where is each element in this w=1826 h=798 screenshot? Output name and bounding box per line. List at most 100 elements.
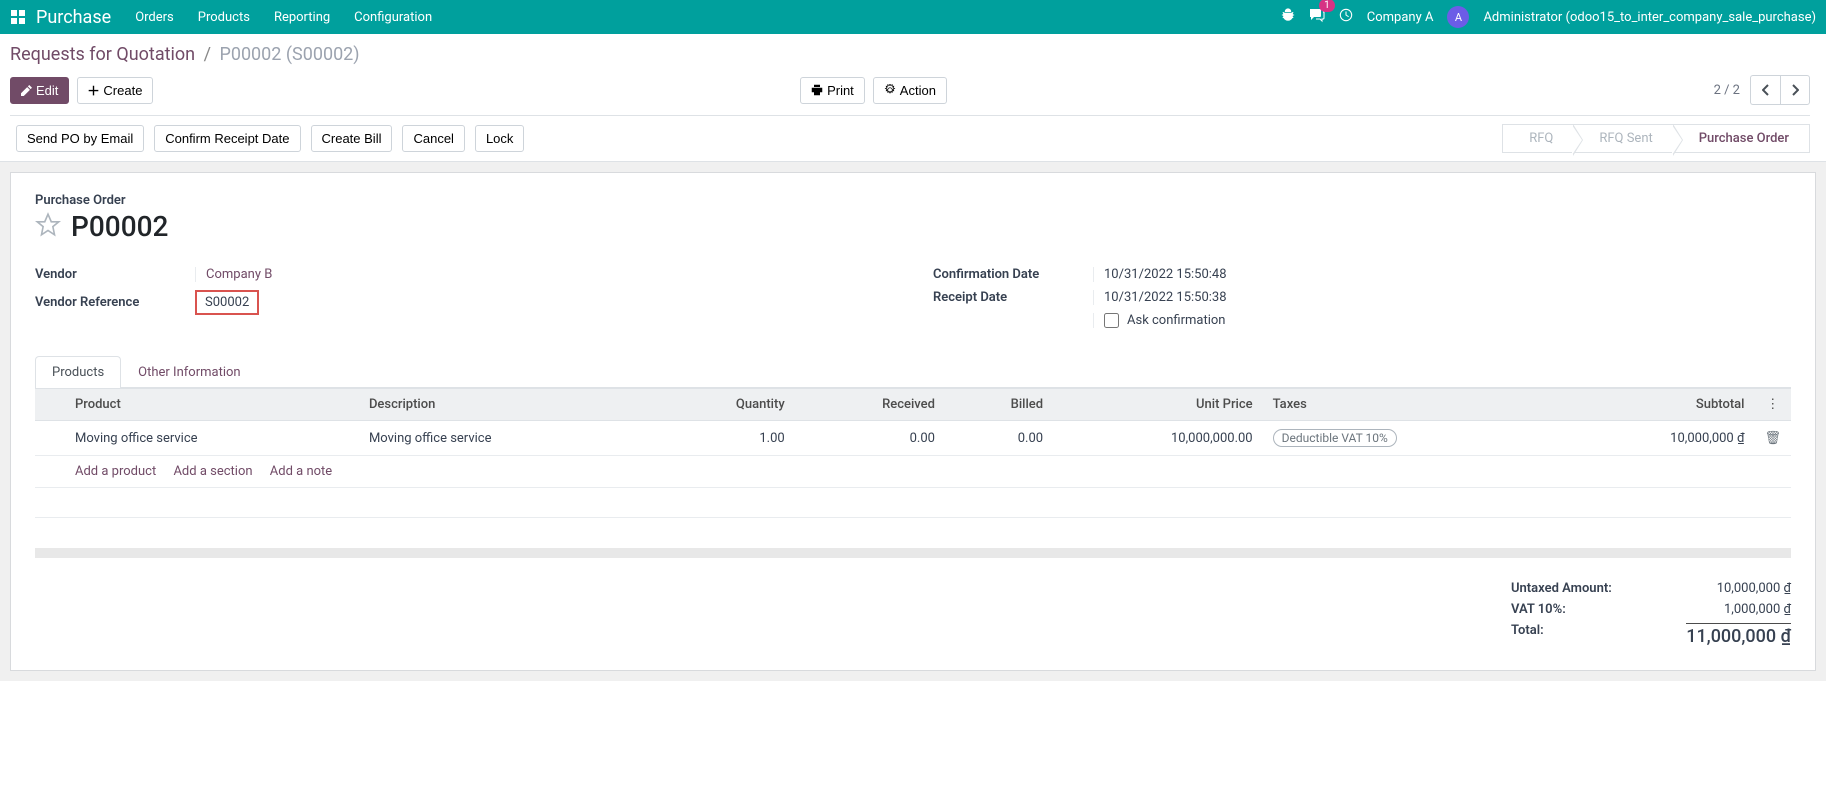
pager: 2 / 2 bbox=[1714, 75, 1810, 105]
topnav: Purchase Orders Products Reporting Confi… bbox=[0, 0, 1826, 34]
breadcrumb-sep: / bbox=[204, 44, 211, 65]
title-label: Purchase Order bbox=[35, 193, 1791, 208]
total-value: 11,000,000 ₫ bbox=[1686, 623, 1791, 647]
status-rfq-sent[interactable]: RFQ Sent bbox=[1573, 124, 1672, 153]
add-links: Add a product Add a section Add a note bbox=[65, 456, 1791, 488]
add-section-link[interactable]: Add a section bbox=[173, 464, 252, 479]
form-right: Confirmation Date 10/31/2022 15:50:48 Re… bbox=[933, 263, 1791, 332]
sheet-wrap: Purchase Order P00002 Vendor Company B V… bbox=[0, 162, 1826, 681]
vendor-value[interactable]: Company B bbox=[195, 267, 893, 282]
cell-received: 0.00 bbox=[795, 421, 945, 456]
cell-unit-price: 10,000,000.00 bbox=[1053, 421, 1263, 456]
messages-icon[interactable]: 1 bbox=[1309, 7, 1325, 27]
vendor-ref-label: Vendor Reference bbox=[35, 295, 195, 310]
tabs: Products Other Information bbox=[35, 356, 1791, 388]
action-label: Action bbox=[900, 83, 936, 98]
delete-row-icon[interactable]: 🗑 bbox=[1764, 431, 1781, 446]
user-menu[interactable]: Administrator (odoo15_to_inter_company_s… bbox=[1483, 10, 1816, 25]
status-rfq[interactable]: RFQ bbox=[1502, 124, 1573, 153]
ask-confirmation-label: Ask confirmation bbox=[1127, 313, 1226, 328]
menu-products[interactable]: Products bbox=[198, 10, 250, 25]
breadcrumb: Requests for Quotation / P00002 (S00002) bbox=[10, 44, 1810, 65]
actions-row: Edit Create Print Action 2 / 2 bbox=[10, 75, 1810, 116]
form-grid: Vendor Company B Vendor Reference S00002… bbox=[35, 263, 1791, 332]
tab-products[interactable]: Products bbox=[35, 356, 121, 388]
messages-badge: 1 bbox=[1319, 0, 1335, 12]
vat-value: 1,000,000 ₫ bbox=[1724, 602, 1791, 617]
main-menu: Orders Products Reporting Configuration bbox=[135, 10, 432, 25]
company-selector[interactable]: Company A bbox=[1367, 10, 1434, 25]
ask-confirmation-checkbox[interactable] bbox=[1104, 313, 1119, 328]
cell-billed: 0.00 bbox=[945, 421, 1053, 456]
col-handle bbox=[35, 389, 65, 421]
untaxed-value: 10,000,000 ₫ bbox=[1717, 581, 1791, 596]
avatar[interactable]: A bbox=[1447, 6, 1469, 28]
statusbar: Send PO by Email Confirm Receipt Date Cr… bbox=[0, 116, 1826, 162]
create-bill-button[interactable]: Create Bill bbox=[311, 125, 393, 152]
untaxed-label: Untaxed Amount: bbox=[1511, 581, 1612, 596]
debug-icon[interactable] bbox=[1281, 8, 1295, 26]
edit-button[interactable]: Edit bbox=[10, 77, 69, 104]
form-left: Vendor Company B Vendor Reference S00002 bbox=[35, 263, 893, 332]
pager-prev[interactable] bbox=[1750, 75, 1780, 105]
print-label: Print bbox=[827, 83, 854, 98]
table-row[interactable]: Moving office service Moving office serv… bbox=[35, 421, 1791, 456]
col-quantity: Quantity bbox=[653, 389, 795, 421]
tax-tag: Deductible VAT 10% bbox=[1273, 429, 1397, 447]
pager-next[interactable] bbox=[1780, 75, 1810, 105]
cell-subtotal: 10,000,000 ₫ bbox=[1560, 421, 1755, 456]
title-row: P00002 bbox=[35, 210, 1791, 243]
cell-description: Moving office service bbox=[359, 421, 653, 456]
col-taxes: Taxes bbox=[1263, 389, 1560, 421]
vendor-ref-value: S00002 bbox=[195, 290, 259, 315]
status-steps: RFQ RFQ Sent Purchase Order bbox=[1502, 124, 1810, 153]
create-button[interactable]: Create bbox=[77, 77, 153, 104]
form-sheet: Purchase Order P00002 Vendor Company B V… bbox=[10, 172, 1816, 671]
confirm-receipt-button[interactable]: Confirm Receipt Date bbox=[154, 125, 300, 152]
app-brand[interactable]: Purchase bbox=[36, 7, 111, 28]
confirmation-date-label: Confirmation Date bbox=[933, 267, 1093, 282]
print-button[interactable]: Print bbox=[800, 77, 865, 104]
col-unit-price: Unit Price bbox=[1053, 389, 1263, 421]
apps-icon[interactable] bbox=[10, 9, 26, 25]
control-panel: Requests for Quotation / P00002 (S00002)… bbox=[0, 34, 1826, 116]
edit-label: Edit bbox=[36, 83, 58, 98]
favorite-star-icon[interactable] bbox=[35, 212, 61, 242]
col-description: Description bbox=[359, 389, 653, 421]
col-product: Product bbox=[65, 389, 359, 421]
status-purchase-order[interactable]: Purchase Order bbox=[1673, 124, 1810, 153]
breadcrumb-current: P00002 (S00002) bbox=[219, 44, 359, 65]
menu-configuration[interactable]: Configuration bbox=[354, 10, 432, 25]
col-options-icon[interactable]: ⋮ bbox=[1754, 389, 1791, 421]
cancel-button[interactable]: Cancel bbox=[402, 125, 464, 152]
cell-taxes: Deductible VAT 10% bbox=[1263, 421, 1560, 456]
col-billed: Billed bbox=[945, 389, 1053, 421]
breadcrumb-root[interactable]: Requests for Quotation bbox=[10, 44, 195, 65]
tab-other-information[interactable]: Other Information bbox=[121, 356, 257, 388]
confirmation-date-value: 10/31/2022 15:50:48 bbox=[1093, 267, 1791, 282]
activity-icon[interactable] bbox=[1339, 8, 1353, 26]
send-po-button[interactable]: Send PO by Email bbox=[16, 125, 144, 152]
record-title: P00002 bbox=[71, 210, 168, 243]
cell-product: Moving office service bbox=[65, 421, 359, 456]
action-button[interactable]: Action bbox=[873, 77, 947, 104]
cell-quantity: 1.00 bbox=[653, 421, 795, 456]
spacer-bar bbox=[35, 548, 1791, 558]
order-lines-table: Product Description Quantity Received Bi… bbox=[35, 388, 1791, 518]
receipt-date-value: 10/31/2022 15:50:38 bbox=[1093, 290, 1791, 305]
col-subtotal: Subtotal bbox=[1560, 389, 1755, 421]
menu-orders[interactable]: Orders bbox=[135, 10, 174, 25]
col-received: Received bbox=[795, 389, 945, 421]
receipt-date-label: Receipt Date bbox=[933, 290, 1093, 305]
add-product-link[interactable]: Add a product bbox=[75, 464, 156, 479]
nav-right: 1 Company A A Administrator (odoo15_to_i… bbox=[1281, 6, 1816, 28]
create-label: Create bbox=[103, 83, 142, 98]
pager-text: 2 / 2 bbox=[1714, 83, 1740, 98]
vat-label: VAT 10%: bbox=[1511, 602, 1566, 617]
menu-reporting[interactable]: Reporting bbox=[274, 10, 330, 25]
lock-button[interactable]: Lock bbox=[475, 125, 524, 152]
add-note-link[interactable]: Add a note bbox=[270, 464, 332, 479]
totals: Untaxed Amount: 10,000,000 ₫ VAT 10%: 1,… bbox=[1511, 578, 1791, 650]
total-label: Total: bbox=[1511, 623, 1544, 647]
vendor-label: Vendor bbox=[35, 267, 195, 282]
